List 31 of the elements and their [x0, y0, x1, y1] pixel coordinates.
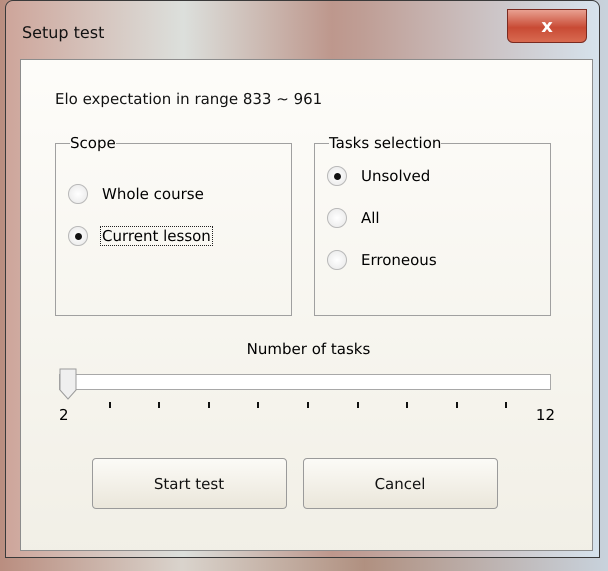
group-title: Scope: [70, 134, 116, 152]
radio-button[interactable]: [327, 208, 347, 228]
tick-mark: [307, 402, 309, 408]
tick-mark: [208, 402, 210, 408]
tick-mark: [158, 402, 160, 408]
range-text: Elo expectation in range 833 ~ 961: [55, 90, 324, 108]
tick-mark: [257, 402, 260, 408]
slider-label: Number of tasks: [246, 340, 372, 358]
slider-thumb[interactable]: [59, 368, 77, 400]
dialog-button[interactable]: Cancel: [302, 458, 498, 509]
option-label[interactable]: Erroneous: [359, 250, 439, 270]
window-title: Setup test: [22, 23, 104, 42]
max-value: 12: [536, 406, 555, 424]
radio-button[interactable]: [68, 226, 88, 246]
group-title: Tasks selection: [329, 134, 442, 152]
close-button[interactable]: x: [507, 9, 587, 43]
tick-mark: [406, 402, 408, 408]
radio-button[interactable]: [68, 184, 88, 204]
radio-button[interactable]: [327, 166, 347, 186]
option-label[interactable]: All: [359, 208, 382, 228]
dialog-button[interactable]: Start test: [92, 458, 286, 509]
min-value: 2: [59, 406, 69, 424]
slider-track[interactable]: [59, 368, 551, 400]
option-label[interactable]: Whole course: [100, 184, 206, 204]
option-label[interactable]: Unsolved: [359, 166, 432, 186]
radio-button[interactable]: [327, 250, 347, 270]
option-label[interactable]: Current lesson: [100, 226, 213, 246]
tick-mark: [505, 402, 508, 408]
tick-mark: [356, 402, 359, 408]
tick-mark: [456, 402, 458, 408]
tick-mark: [108, 402, 111, 408]
